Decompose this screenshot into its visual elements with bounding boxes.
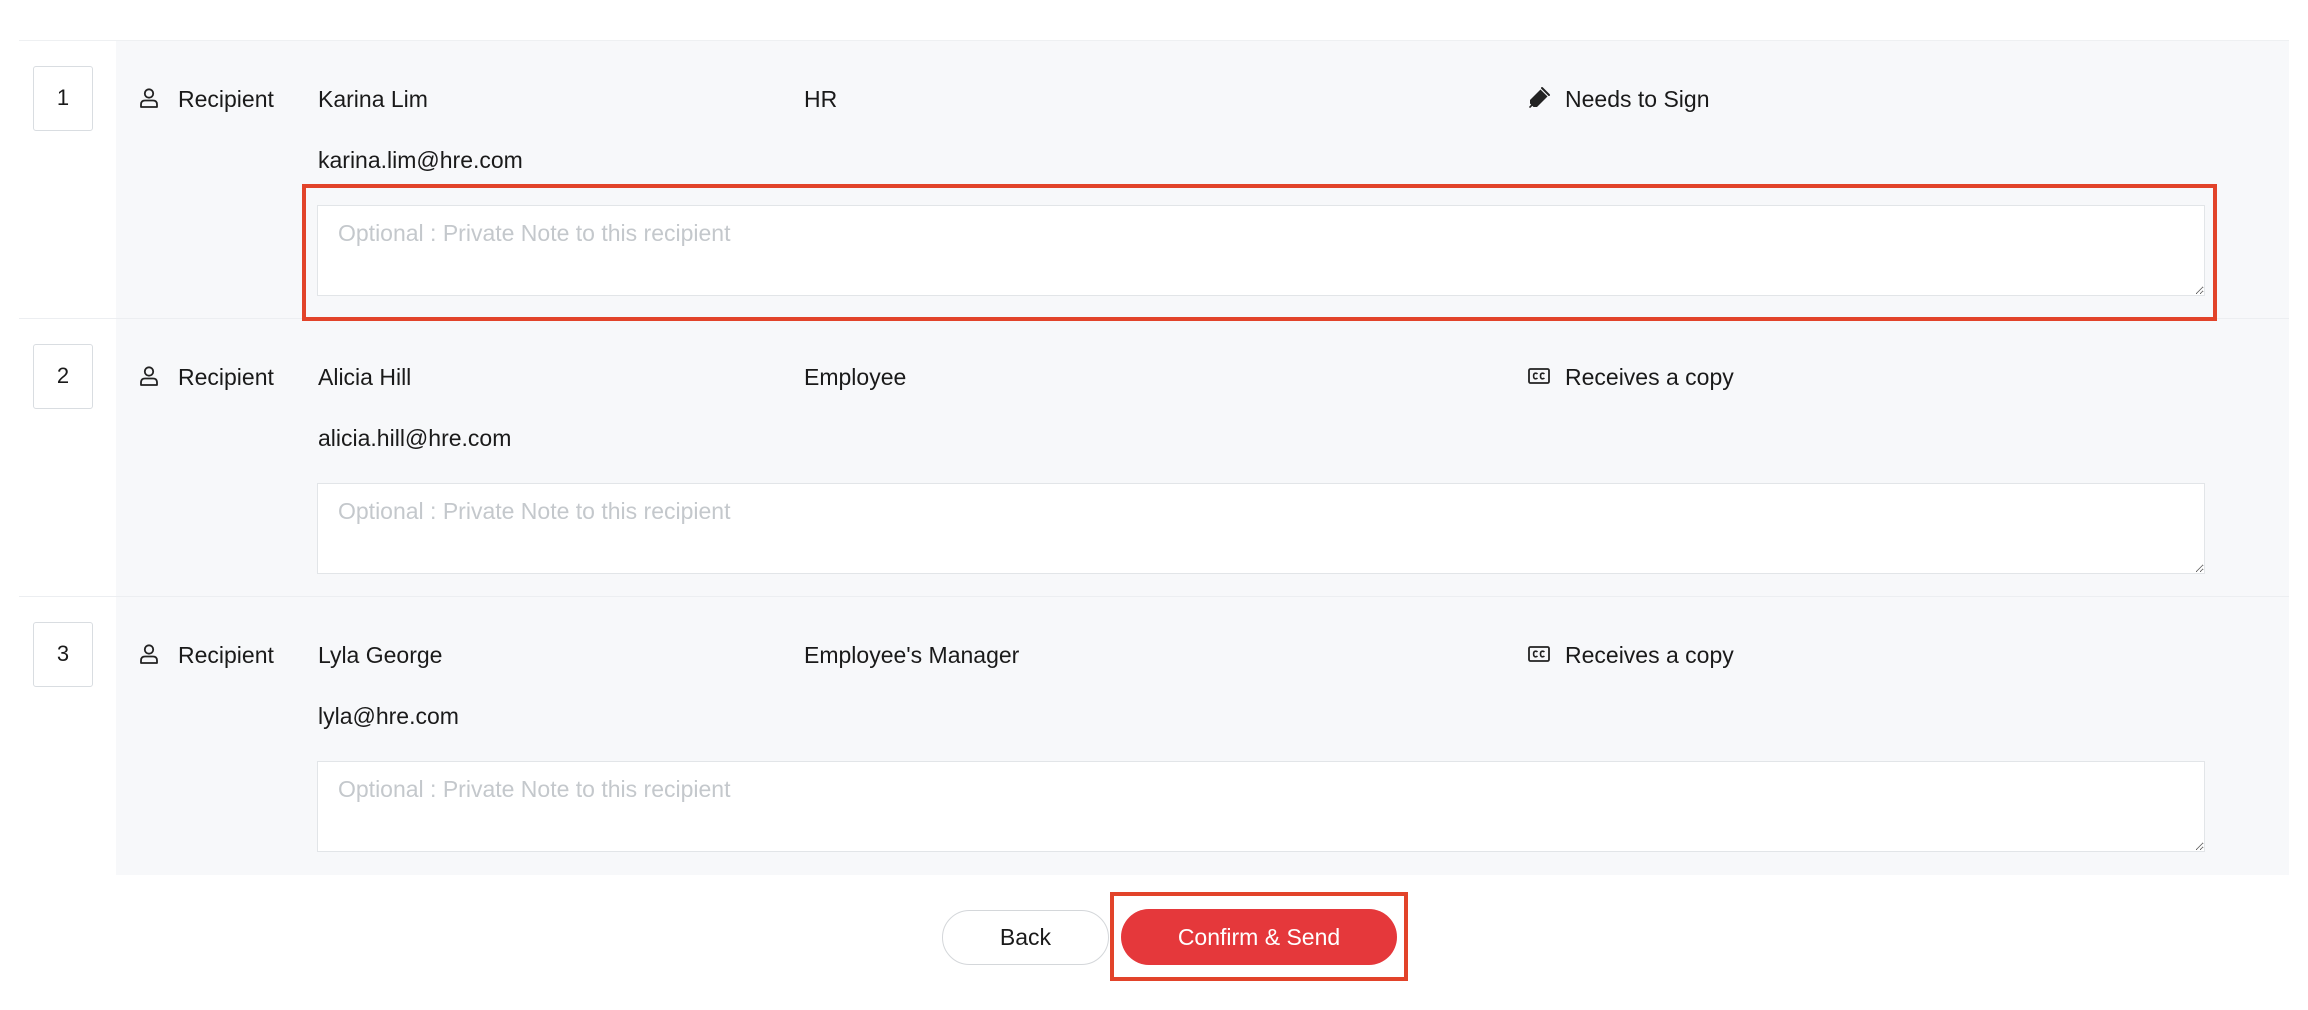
private-note-input[interactable]	[317, 761, 2205, 852]
recipient-type-label: Recipient	[178, 86, 274, 112]
recipient-row: 3 Recipient Lyla George Employee's Manag…	[19, 597, 2289, 875]
recipient-row: 2 Recipient Alicia Hill Employee Receive…	[19, 319, 2289, 597]
user-icon	[140, 88, 158, 108]
recipient-name: Karina Lim	[318, 86, 428, 112]
routing-order: 1	[33, 66, 93, 131]
private-note-input[interactable]	[317, 205, 2205, 296]
recipient-type-label: Recipient	[178, 642, 274, 668]
recipient-row: 1 Recipient Karina Lim HR Needs to Sign …	[19, 41, 2289, 319]
recipient-name: Lyla George	[318, 642, 443, 668]
recipient-email: karina.lim@hre.com	[318, 147, 523, 173]
routing-order: 2	[33, 344, 93, 409]
routing-order: 3	[33, 622, 93, 687]
recipient-role: Employee's Manager	[804, 642, 1020, 668]
pen-icon	[1529, 87, 1550, 108]
confirm-send-button[interactable]: Confirm & Send	[1121, 909, 1397, 965]
recipient-action-label: Needs to Sign	[1565, 86, 1710, 112]
recipient-type-label: Recipient	[178, 364, 274, 390]
user-icon	[140, 644, 158, 664]
recipient-email: lyla@hre.com	[318, 703, 459, 729]
recipient-action-label: Receives a copy	[1565, 642, 1734, 668]
cc-icon	[1528, 646, 1550, 662]
recipient-role: Employee	[804, 364, 907, 390]
user-icon	[140, 366, 158, 386]
back-button[interactable]: Back	[942, 910, 1109, 965]
recipient-role: HR	[804, 86, 838, 112]
cc-icon	[1528, 368, 1550, 384]
private-note-input[interactable]	[317, 483, 2205, 574]
recipient-name: Alicia Hill	[318, 364, 412, 390]
recipient-action-label: Receives a copy	[1565, 364, 1734, 390]
recipient-email: alicia.hill@hre.com	[318, 425, 512, 451]
